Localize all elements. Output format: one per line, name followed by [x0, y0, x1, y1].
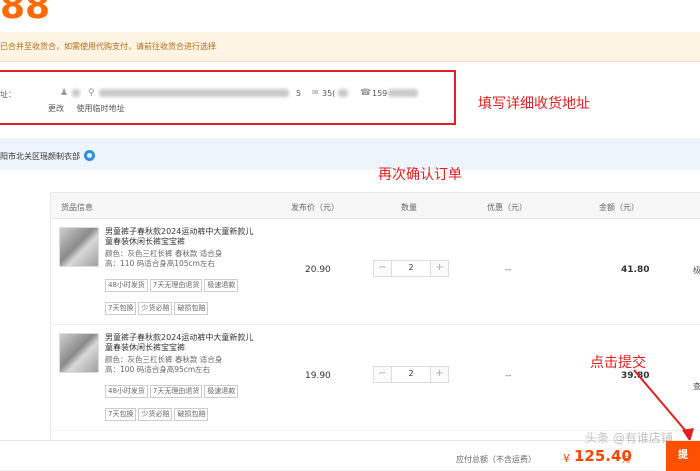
product-thumbnail[interactable] [59, 333, 99, 373]
table-header: 货品信息 发布价（元） 数量 优惠（元） 金额（元） [51, 193, 700, 219]
side-action-cut[interactable]: 极 [693, 265, 700, 276]
service-tag: 极速退款 [204, 279, 239, 292]
quantity-stepper: − 2 + [373, 260, 449, 277]
decrease-button[interactable]: − [374, 367, 392, 382]
shop-name[interactable]: 阳市北关区瑶颜制衣部 [0, 151, 80, 162]
decrease-button[interactable]: − [374, 261, 392, 276]
service-tag: 7天包换 [105, 302, 137, 315]
quantity-stepper: − 2 + [373, 366, 449, 383]
quantity-value[interactable]: 2 [393, 369, 429, 378]
unit-price: 20.90 [305, 265, 331, 275]
service-tag: 7天无理由退货 [149, 279, 203, 292]
address-highlight-box [0, 70, 456, 125]
header-amount: 金额（元） [599, 203, 639, 212]
service-tag: 极速退款 [204, 385, 239, 398]
product-title[interactable]: 男童裤子春秋款2024运动裤中大童新款儿童春装休闲长裤宝宝裤 [105, 227, 255, 247]
address-section: 址： ♟ ⚲ 5 ✉ 35( ☎ 159 更改 使用临时地址 填写详细收货地址 [0, 62, 700, 138]
order-section: 再次确认订单 货品信息 发布价（元） 数量 优惠（元） 金额（元） 男童裤子春秋… [0, 167, 700, 442]
line-amount: 41.80 [621, 265, 650, 275]
product-attr-line-2: 高：110 码适合身高105cm左右 [105, 259, 215, 268]
currency-symbol: ¥ [563, 452, 570, 465]
increase-button[interactable]: + [430, 261, 448, 276]
promo-value: -- [505, 265, 512, 275]
service-tags: 48小时发货 7天无理由退货 极速退款 7天包换 少货必赔 破损包赔 [105, 378, 245, 424]
product-attr-line-2: 高：100 码适合身高95cm左右 [105, 365, 211, 374]
notice-text: 已合并至收货合，如需使用代购支付，请前往收货合进行选择 [0, 42, 216, 51]
total-label: 应付总额（不含运费） [456, 455, 536, 464]
header-goods: 货品信息 [61, 203, 93, 212]
product-attr-line-1: 颜色：灰色三杠长裤 春秋款 适合身 [105, 249, 223, 258]
increase-button[interactable]: + [430, 367, 448, 382]
step-number: 88 [0, 0, 51, 27]
table-row: 男童裤子春秋款2024运动裤中大童新款儿童春装休闲长裤宝宝裤 颜色：灰色三杠长裤… [51, 219, 700, 325]
shop-bar: 阳市北关区瑶颜制衣部 [0, 140, 700, 170]
header-qty: 数量 [401, 203, 417, 212]
product-thumbnail[interactable] [59, 227, 99, 267]
confirm-order-annotation: 再次确认订单 [378, 167, 462, 183]
quantity-value[interactable]: 2 [393, 263, 429, 272]
service-tag: 少货必赔 [138, 408, 173, 421]
promo-value: -- [505, 371, 512, 381]
service-tags: 48小时发货 7天无理由退货 极速退款 7天包换 少货必赔 破损包赔 [105, 272, 245, 318]
table-row: 男童裤子春秋款2024运动裤中大童新款儿童春装休闲长裤宝宝裤 颜色：灰色三杠长裤… [51, 325, 700, 431]
header-price: 发布价（元） [291, 203, 339, 212]
unit-price: 19.90 [305, 371, 331, 381]
service-tag: 48小时发货 [105, 385, 148, 398]
service-tag: 破损包赔 [174, 302, 209, 315]
fill-address-annotation: 填写详细收货地址 [478, 96, 590, 112]
chat-icon[interactable] [84, 150, 95, 161]
top-header: 88 [0, 0, 700, 32]
watermark-text: 头条 @有谁店铺 [585, 431, 673, 445]
service-tag: 少货必赔 [138, 302, 173, 315]
service-tag: 7天包换 [105, 408, 137, 421]
header-promo: 优惠（元） [487, 203, 527, 212]
order-table: 货品信息 发布价（元） 数量 优惠（元） 金额（元） 男童裤子春秋款2024运动… [50, 192, 700, 442]
service-tag: 48小时发货 [105, 279, 148, 292]
product-title[interactable]: 男童裤子春秋款2024运动裤中大童新款儿童春装休闲长裤宝宝裤 [105, 333, 255, 353]
notice-bar: 已合并至收货合，如需使用代购支付，请前往收货合进行选择 [0, 32, 700, 62]
product-attr-line-1: 颜色：灰色三杠长裤 春秋款 适合身 [105, 355, 223, 364]
service-tag: 7天无理由退货 [149, 385, 203, 398]
currency-unit: 元 [622, 455, 630, 464]
service-tag: 破损包赔 [174, 408, 209, 421]
